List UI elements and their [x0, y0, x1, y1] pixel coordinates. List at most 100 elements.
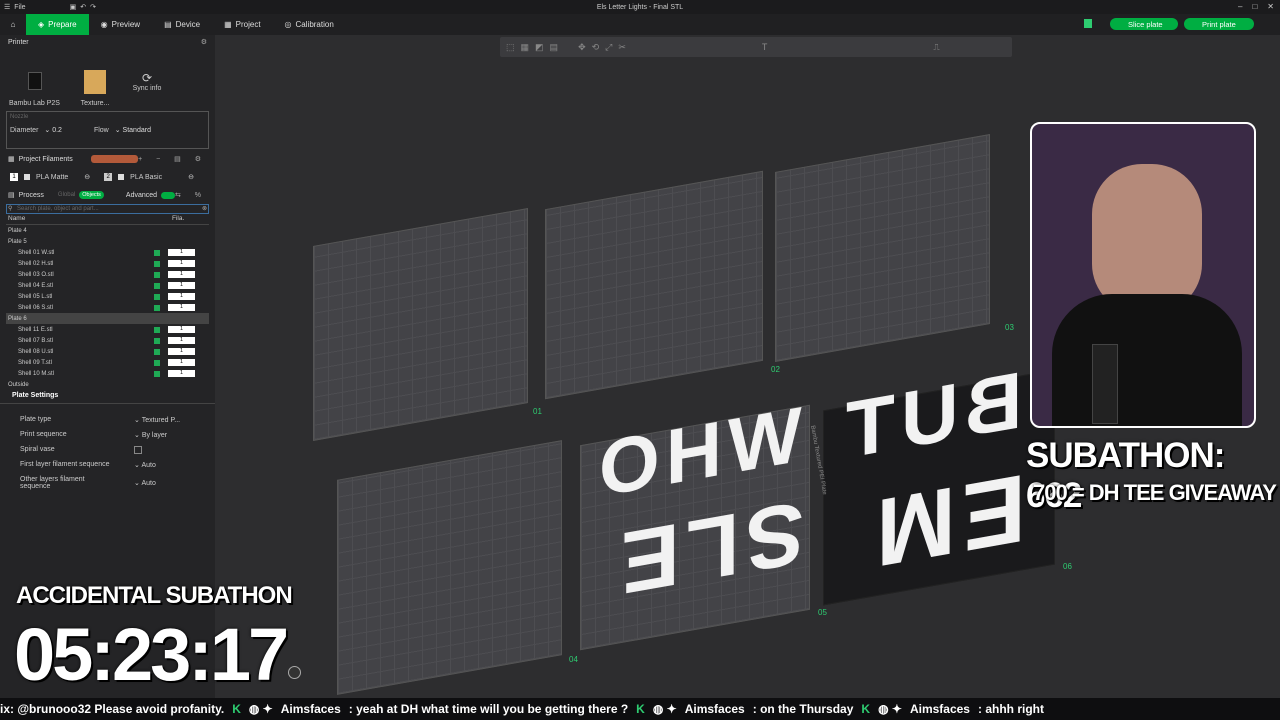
filament-index[interactable]: 1	[168, 304, 195, 311]
filament-index[interactable]: 1	[168, 348, 195, 355]
advanced-switch[interactable]	[161, 191, 176, 199]
visibility-checkbox[interactable]	[154, 249, 160, 256]
axis-gizmo-icon[interactable]	[288, 666, 301, 679]
filament-index[interactable]: 1	[168, 293, 195, 300]
setting-value: Textured P...	[141, 416, 181, 424]
filament-color-swatch[interactable]	[118, 174, 125, 180]
tab-preview[interactable]: ◉ Preview	[89, 14, 152, 35]
tab-project[interactable]: ▦ Project	[212, 14, 272, 35]
arrange-icon[interactable]: ▤	[550, 42, 559, 53]
tree-row[interactable]: Shell 06 S.stl 1	[6, 302, 209, 313]
undo-icon[interactable]: ↶	[80, 3, 86, 11]
global-toggle[interactable]: Global	[58, 192, 75, 198]
add-object-icon[interactable]: ⬚	[506, 42, 515, 53]
visibility-checkbox[interactable]	[154, 337, 160, 344]
tree-row-label: Shell 07 B.stl	[18, 337, 54, 344]
move-icon[interactable]: ✥	[578, 42, 586, 53]
tree-row[interactable]: Shell 09 T.stl 1	[6, 357, 209, 368]
sync-info-button[interactable]: ⟳ Sync info	[127, 55, 167, 111]
spiral-vase-checkbox[interactable]	[134, 445, 142, 454]
tree-row[interactable]: Outside	[6, 379, 209, 390]
remove-filament-icon[interactable]: ⊖	[188, 173, 194, 181]
flow-select[interactable]: ⌄ Standard	[115, 126, 151, 134]
clear-search-icon[interactable]: ⊗	[202, 205, 207, 213]
filament-index[interactable]: 1	[168, 326, 195, 333]
filament-tools[interactable]: + − ▤ ⚙	[138, 155, 207, 163]
setting-select[interactable]: ⌄ Auto	[134, 479, 156, 487]
tree-row[interactable]: Shell 02 H.stl 1	[6, 258, 209, 269]
plate-settings-title: Plate Settings	[0, 392, 215, 404]
text-icon[interactable]: T	[762, 42, 768, 52]
settings-icon[interactable]: ⚙	[201, 38, 207, 46]
texture-card[interactable]: Texture...	[75, 55, 115, 111]
objects-toggle[interactable]: Objects	[79, 191, 104, 199]
object-search-input[interactable]: ⚲ Search plate, object and part... ⊗	[6, 204, 209, 214]
diameter-value: 0.2	[52, 127, 62, 134]
remove-filament-icon[interactable]: ⊖	[84, 173, 90, 181]
tab-calibration[interactable]: ◎ Calibration	[273, 14, 346, 35]
setting-value: Auto	[141, 461, 156, 469]
minimize-icon[interactable]: –	[1238, 2, 1242, 11]
visibility-checkbox[interactable]	[154, 370, 160, 377]
redo-icon[interactable]: ↷	[90, 3, 96, 11]
tree-row[interactable]: Shell 04 E.stl 1	[6, 280, 209, 291]
process-tools[interactable]: ⇆ %	[175, 191, 207, 199]
filament-color-swatch[interactable]	[24, 174, 30, 180]
rotate-icon[interactable]: ⟲	[592, 42, 600, 53]
tree-row[interactable]: Shell 07 B.stl 1	[6, 335, 209, 346]
grid-icon[interactable]: ▦	[521, 42, 530, 53]
name-column-header[interactable]: Name	[6, 215, 151, 224]
printer-card[interactable]: Bambu Lab P2S	[6, 55, 63, 111]
setting-select[interactable]: ⌄ By layer	[134, 431, 167, 439]
slice-plate-button[interactable]: Slice plate	[1110, 18, 1178, 30]
build-plate-3[interactable]	[775, 134, 990, 362]
filament-row[interactable]: 1 PLA Matte ⊖ 2 PLA Basic ⊖	[0, 167, 215, 187]
home-icon[interactable]: ⌂	[0, 14, 26, 35]
filament-index[interactable]: 1	[168, 271, 195, 278]
print-plate-button[interactable]: Print plate	[1184, 18, 1254, 30]
filament-index[interactable]: 1	[168, 282, 195, 289]
close-icon[interactable]: ✕	[1267, 2, 1274, 11]
build-plate-1[interactable]	[313, 208, 528, 441]
layout-icon[interactable]	[1084, 19, 1092, 28]
maximize-icon[interactable]: □	[1252, 2, 1257, 11]
diameter-select[interactable]: ⌄ 0.2	[44, 126, 62, 134]
tree-row[interactable]: Plate 5	[6, 236, 209, 247]
filament-index[interactable]: 1	[168, 260, 195, 267]
tab-device[interactable]: ▤ Device	[152, 14, 212, 35]
build-plate-4[interactable]	[337, 440, 562, 695]
orient-icon[interactable]: ◩	[535, 42, 544, 53]
visibility-checkbox[interactable]	[154, 326, 160, 333]
tree-row[interactable]: Plate 6	[6, 313, 209, 324]
setting-select[interactable]: ⌄ Textured P...	[134, 416, 180, 424]
tree-row[interactable]: Shell 01 W.stl 1	[6, 247, 209, 258]
visibility-checkbox[interactable]	[154, 304, 160, 311]
visibility-checkbox[interactable]	[154, 260, 160, 267]
tree-row[interactable]: Shell 11 E.stl 1	[6, 324, 209, 335]
setting-select[interactable]: ⌄ Auto	[134, 461, 156, 469]
cut-icon[interactable]: ✂	[618, 42, 626, 53]
visibility-checkbox[interactable]	[154, 293, 160, 300]
filament-index[interactable]: 1	[168, 337, 195, 344]
tree-row[interactable]: Shell 08 U.stl 1	[6, 346, 209, 357]
visibility-checkbox[interactable]	[154, 271, 160, 278]
build-plate-2[interactable]	[545, 170, 763, 400]
save-icon[interactable]: ▣	[70, 3, 77, 11]
tree-row[interactable]: Shell 05 L.stl 1	[6, 291, 209, 302]
file-menu[interactable]: ☰ File ▣ ↶ ↷	[0, 3, 96, 12]
tab-prepare[interactable]: ◈ Prepare	[26, 14, 89, 35]
measure-icon[interactable]: ⎍	[933, 42, 939, 53]
visibility-checkbox[interactable]	[154, 282, 160, 289]
scale-icon[interactable]: ⤢	[605, 42, 612, 53]
tree-row[interactable]: Shell 03 O.stl 1	[6, 269, 209, 280]
tree-row[interactable]: Shell 10 M.stl 1	[6, 368, 209, 379]
filament-index[interactable]: 1	[168, 249, 195, 256]
tree-row[interactable]: Plate 4	[6, 225, 209, 236]
plate-setting-row: Plate type ⌄ Textured P...	[0, 412, 215, 427]
visibility-checkbox[interactable]	[154, 359, 160, 366]
fila-column-header[interactable]: Fila.	[172, 215, 184, 224]
flushing-volumes-button[interactable]: Flushing volumes	[90, 155, 138, 163]
filament-index[interactable]: 1	[168, 370, 195, 377]
filament-index[interactable]: 1	[168, 359, 195, 366]
visibility-checkbox[interactable]	[154, 348, 160, 355]
